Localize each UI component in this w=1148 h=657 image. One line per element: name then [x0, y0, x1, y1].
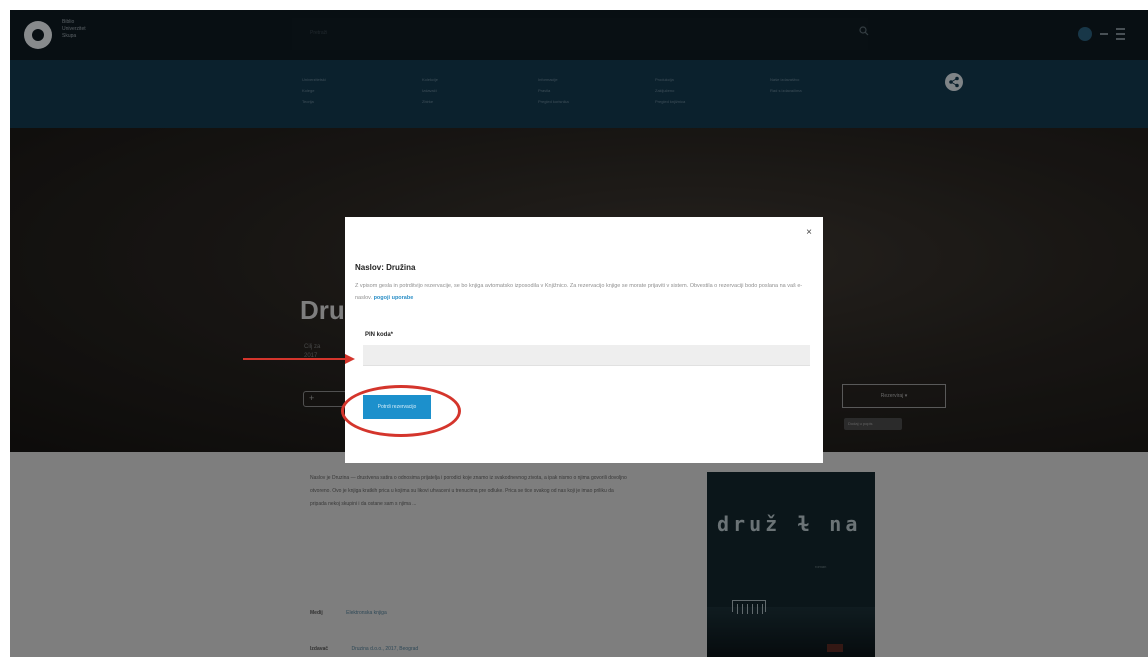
modal-title: Naslov: Družina	[355, 263, 416, 272]
close-icon[interactable]: ×	[803, 227, 815, 239]
red-arrow-annotation	[243, 354, 355, 364]
terms-link[interactable]: pogoji uporabe	[374, 295, 414, 301]
modal-body-text: Z vpisom gesla in potrditvijo rezervacij…	[355, 283, 803, 301]
pin-input[interactable]	[363, 345, 810, 366]
modal-description: Z vpisom gesla in potrditvijo rezervacij…	[355, 280, 805, 304]
red-ellipse-annotation	[341, 385, 461, 437]
pin-label: PIN koda*	[365, 332, 394, 338]
app-frame: Biblio Univerzitet Skupa Pretraži Univer…	[10, 10, 1148, 657]
